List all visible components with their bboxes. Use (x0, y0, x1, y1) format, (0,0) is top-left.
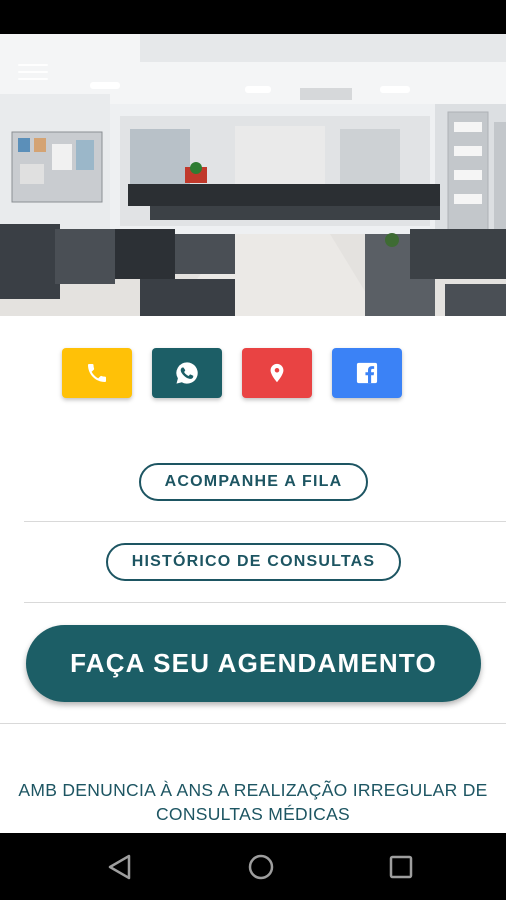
home-icon[interactable] (246, 852, 276, 882)
back-icon[interactable] (105, 852, 135, 882)
hero-image (0, 34, 506, 316)
main-content: ACOMPANHE A FILA HISTÓRICO DE CONSULTAS … (0, 316, 506, 833)
phone-icon (88, 364, 106, 382)
facebook-icon (356, 362, 378, 384)
menu-icon[interactable] (18, 64, 48, 86)
divider (24, 602, 506, 603)
history-button[interactable]: HISTÓRICO DE CONSULTAS (106, 543, 401, 581)
whatsapp-icon (176, 362, 198, 384)
whatsapp-button[interactable] (152, 348, 222, 398)
facebook-button[interactable] (332, 348, 402, 398)
divider (24, 521, 506, 522)
contact-buttons (62, 348, 402, 398)
android-nav-bar (0, 833, 506, 900)
schedule-button[interactable]: FAÇA SEU AGENDAMENTO (26, 625, 481, 702)
location-button[interactable] (242, 348, 312, 398)
status-bar (0, 0, 506, 34)
news-headline[interactable]: AMB DENUNCIA À ANS A REALIZAÇÃO IRREGULA… (0, 778, 506, 826)
recent-apps-icon[interactable] (386, 852, 416, 882)
divider (0, 723, 506, 724)
location-pin-icon (270, 363, 284, 383)
queue-button[interactable]: ACOMPANHE A FILA (139, 463, 368, 501)
phone-button[interactable] (62, 348, 132, 398)
